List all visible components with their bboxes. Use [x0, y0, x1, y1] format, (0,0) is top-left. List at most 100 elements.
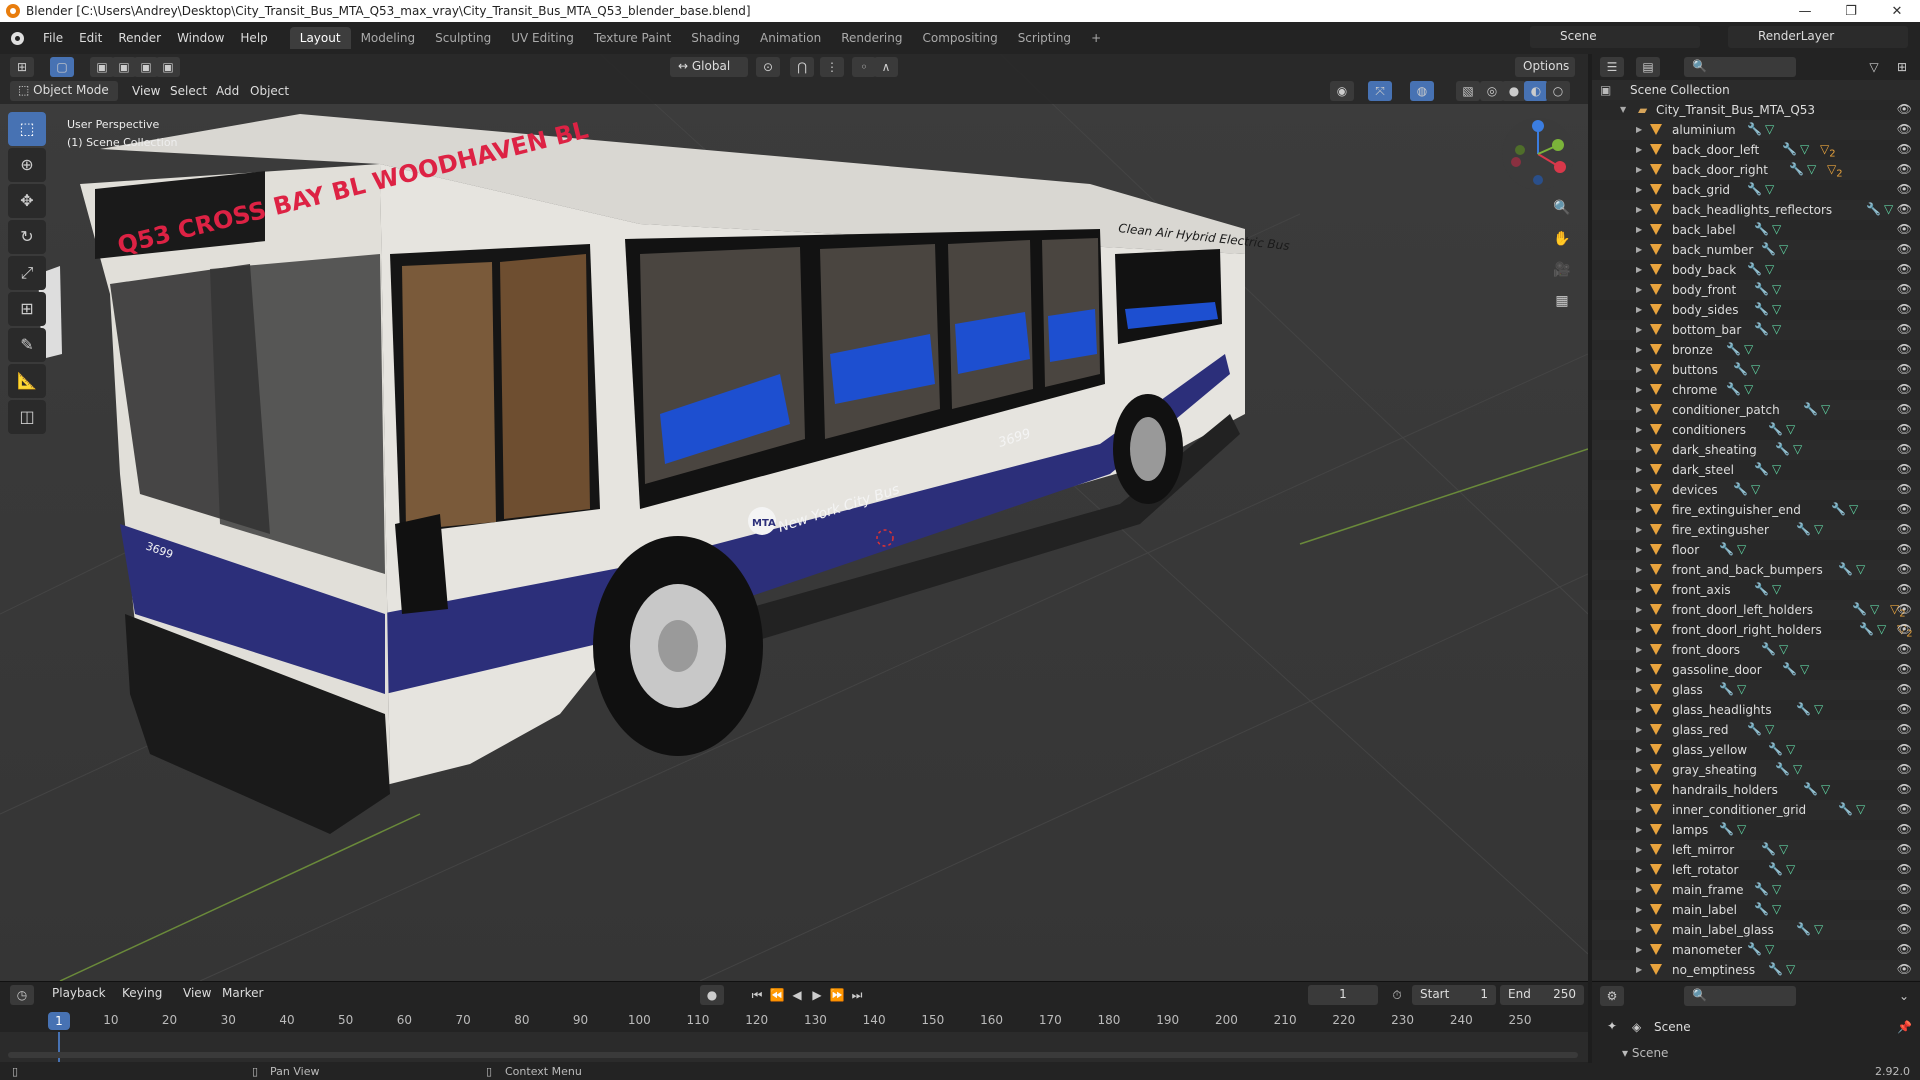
mesh-data-icon[interactable]: ▽	[1800, 142, 1809, 156]
modifier-wrench-icon[interactable]: 🔧	[1754, 582, 1769, 596]
mesh-data-icon[interactable]: ▽	[1737, 542, 1746, 556]
mesh-data-icon[interactable]: ▽	[1772, 902, 1781, 916]
modifier-wrench-icon[interactable]: 🔧	[1866, 202, 1881, 216]
select-tool-icon[interactable]: ⬚	[8, 112, 46, 146]
mesh-data-icon[interactable]: ▽	[1772, 302, 1781, 316]
outliner-object-row[interactable]: ▶ back_door_right 🔧 ▽ ▽2 👁	[1592, 160, 1920, 180]
menu-window[interactable]: Window	[169, 31, 232, 45]
modifier-wrench-icon[interactable]: 🔧	[1831, 502, 1846, 516]
orientation-dropdown[interactable]: ↔ Global	[670, 57, 748, 77]
mesh-data-icon[interactable]: ▽	[1779, 842, 1788, 856]
expand-arrow-icon[interactable]: ▶	[1636, 745, 1642, 754]
gizmo-toggle-icon[interactable]: ⤧	[1368, 81, 1392, 101]
eye-icon[interactable]: 👁	[1897, 322, 1912, 336]
mesh-data-icon[interactable]: ▽	[1765, 122, 1774, 136]
playhead[interactable]: 1	[48, 1012, 70, 1030]
mesh-data-icon[interactable]: ▽	[1807, 162, 1816, 176]
expand-arrow-icon[interactable]: ▶	[1636, 545, 1642, 554]
mesh-data-icon[interactable]: ▽	[1779, 642, 1788, 656]
eye-icon[interactable]: 👁	[1897, 862, 1912, 876]
mesh-data-icon[interactable]: ▽	[1870, 602, 1879, 616]
mesh-data-icon[interactable]: ▽	[1821, 782, 1830, 796]
snap-increment-icon[interactable]: ⋮	[820, 57, 844, 77]
outliner-object-row[interactable]: ▶ back_grid 🔧 ▽ 👁	[1592, 180, 1920, 200]
add-menu[interactable]: Add	[216, 84, 239, 98]
mesh-data-icon[interactable]: ▽	[1779, 242, 1788, 256]
modifier-wrench-icon[interactable]: 🔧	[1775, 762, 1790, 776]
mode-extend-icon[interactable]: ▣	[112, 57, 136, 77]
outliner-object-row[interactable]: ▶ fire_extingusher 🔧 ▽ 👁	[1592, 520, 1920, 540]
end-frame-field[interactable]: End 250	[1500, 985, 1584, 1005]
expand-arrow-icon[interactable]: ▶	[1636, 145, 1642, 154]
mesh-data-icon[interactable]: ▽	[1800, 662, 1809, 676]
view-menu[interactable]: View	[132, 84, 160, 98]
expand-arrow-icon[interactable]: ▶	[1636, 845, 1642, 854]
outliner-object-row[interactable]: ▶ devices 🔧 ▽ 👁	[1592, 480, 1920, 500]
outliner-object-row[interactable]: ▶ main_frame 🔧 ▽ 👁	[1592, 880, 1920, 900]
expand-arrow-icon[interactable]: ▶	[1636, 305, 1642, 314]
modifier-wrench-icon[interactable]: 🔧	[1754, 222, 1769, 236]
tab-texture-paint[interactable]: Texture Paint	[584, 27, 681, 49]
mesh-data-icon[interactable]: ▽	[1856, 802, 1865, 816]
mesh-data-icon[interactable]: ▽	[1772, 882, 1781, 896]
falloff-icon[interactable]: ∧	[874, 57, 898, 77]
eye-icon[interactable]: 👁	[1897, 162, 1912, 176]
outliner-object-row[interactable]: ▶ main_label_glass 🔧 ▽ 👁	[1592, 920, 1920, 940]
xray-icon[interactable]: ▧	[1456, 81, 1480, 101]
eye-icon[interactable]: 👁	[1897, 362, 1912, 376]
expand-arrow-icon[interactable]: ▶	[1636, 645, 1642, 654]
mesh-data-icon[interactable]: ▽	[1751, 362, 1760, 376]
modifier-wrench-icon[interactable]: 🔧	[1747, 122, 1762, 136]
pan-hand-icon[interactable]: ✋	[1548, 225, 1576, 253]
modifier-wrench-icon[interactable]: 🔧	[1789, 162, 1804, 176]
modifier-wrench-icon[interactable]: 🔧	[1719, 542, 1734, 556]
modifier-wrench-icon[interactable]: 🔧	[1803, 402, 1818, 416]
outliner-object-row[interactable]: ▶ back_label 🔧 ▽ 👁	[1592, 220, 1920, 240]
object-menu[interactable]: Object	[250, 84, 289, 98]
eye-icon[interactable]: 👁	[1897, 202, 1912, 216]
material-shading-icon[interactable]: ◐	[1524, 81, 1548, 101]
expand-arrow-icon[interactable]: ▶	[1636, 405, 1642, 414]
overlays-icon[interactable]: ◍	[1410, 81, 1434, 101]
mesh-data-icon[interactable]: ▽	[1772, 322, 1781, 336]
eye-icon[interactable]: 👁	[1897, 302, 1912, 316]
properties-options-icon[interactable]: ⌄	[1892, 986, 1916, 1006]
start-frame-field[interactable]: Start 1	[1412, 985, 1496, 1005]
collapse-arrow-icon[interactable]: ▼	[1620, 105, 1626, 114]
outliner-object-row[interactable]: ▶ no_emptiness 🔧 ▽ 👁	[1592, 960, 1920, 980]
maximize-button[interactable]: ❐	[1828, 4, 1874, 19]
expand-arrow-icon[interactable]: ▶	[1636, 765, 1642, 774]
outliner-object-row[interactable]: ▶ left_rotator 🔧 ▽ 👁	[1592, 860, 1920, 880]
outliner-object-row[interactable]: ▶ glass_red 🔧 ▽ 👁	[1592, 720, 1920, 740]
tab-scripting[interactable]: Scripting	[1008, 27, 1081, 49]
outliner-object-row[interactable]: ▶ chrome 🔧 ▽ 👁	[1592, 380, 1920, 400]
expand-arrow-icon[interactable]: ▶	[1636, 565, 1642, 574]
mesh-data-icon[interactable]: ▽	[1737, 682, 1746, 696]
outliner-object-row[interactable]: ▶ floor 🔧 ▽ 👁	[1592, 540, 1920, 560]
wireframe-shading-icon[interactable]: ◎	[1480, 81, 1504, 101]
eye-icon[interactable]: 👁	[1897, 842, 1912, 856]
expand-arrow-icon[interactable]: ▶	[1636, 525, 1642, 534]
display-mode-icon[interactable]: ▤	[1636, 57, 1660, 77]
keyframe-area[interactable]	[0, 1032, 1588, 1062]
move-tool-icon[interactable]: ✥	[8, 184, 46, 218]
mesh-data-icon[interactable]: ▽	[1786, 742, 1795, 756]
modifier-wrench-icon[interactable]: 🔧	[1796, 522, 1811, 536]
scene-panel-header[interactable]: ▾ Scene	[1622, 1046, 1668, 1060]
annotate-tool-icon[interactable]: ✎	[8, 328, 46, 362]
mesh-data-icon[interactable]: ▽	[1772, 582, 1781, 596]
mesh-data-icon[interactable]: ▽	[1765, 722, 1774, 736]
expand-arrow-icon[interactable]: ▶	[1636, 265, 1642, 274]
eye-icon[interactable]: 👁	[1897, 542, 1912, 556]
scene-selector[interactable]: Scene	[1530, 26, 1700, 48]
frame-ruler[interactable]: 1 10 20 30 40 50 60 70 80 90 100 110 120 130 140 150 16…	[0, 1010, 1588, 1032]
tab-shading[interactable]: Shading	[681, 27, 750, 49]
mesh-data-icon[interactable]: ▽	[1737, 822, 1746, 836]
modifier-wrench-icon[interactable]: 🔧	[1838, 802, 1853, 816]
modifier-wrench-icon[interactable]: 🔧	[1768, 422, 1783, 436]
camera-view-icon[interactable]: 🎥	[1548, 256, 1576, 284]
mode-new-icon[interactable]: ▣	[90, 57, 114, 77]
scene-collection-row[interactable]: ▣ Scene Collection	[1592, 80, 1920, 100]
modifier-wrench-icon[interactable]: 🔧	[1719, 822, 1734, 836]
outliner-object-row[interactable]: ▶ body_front 🔧 ▽ 👁	[1592, 280, 1920, 300]
